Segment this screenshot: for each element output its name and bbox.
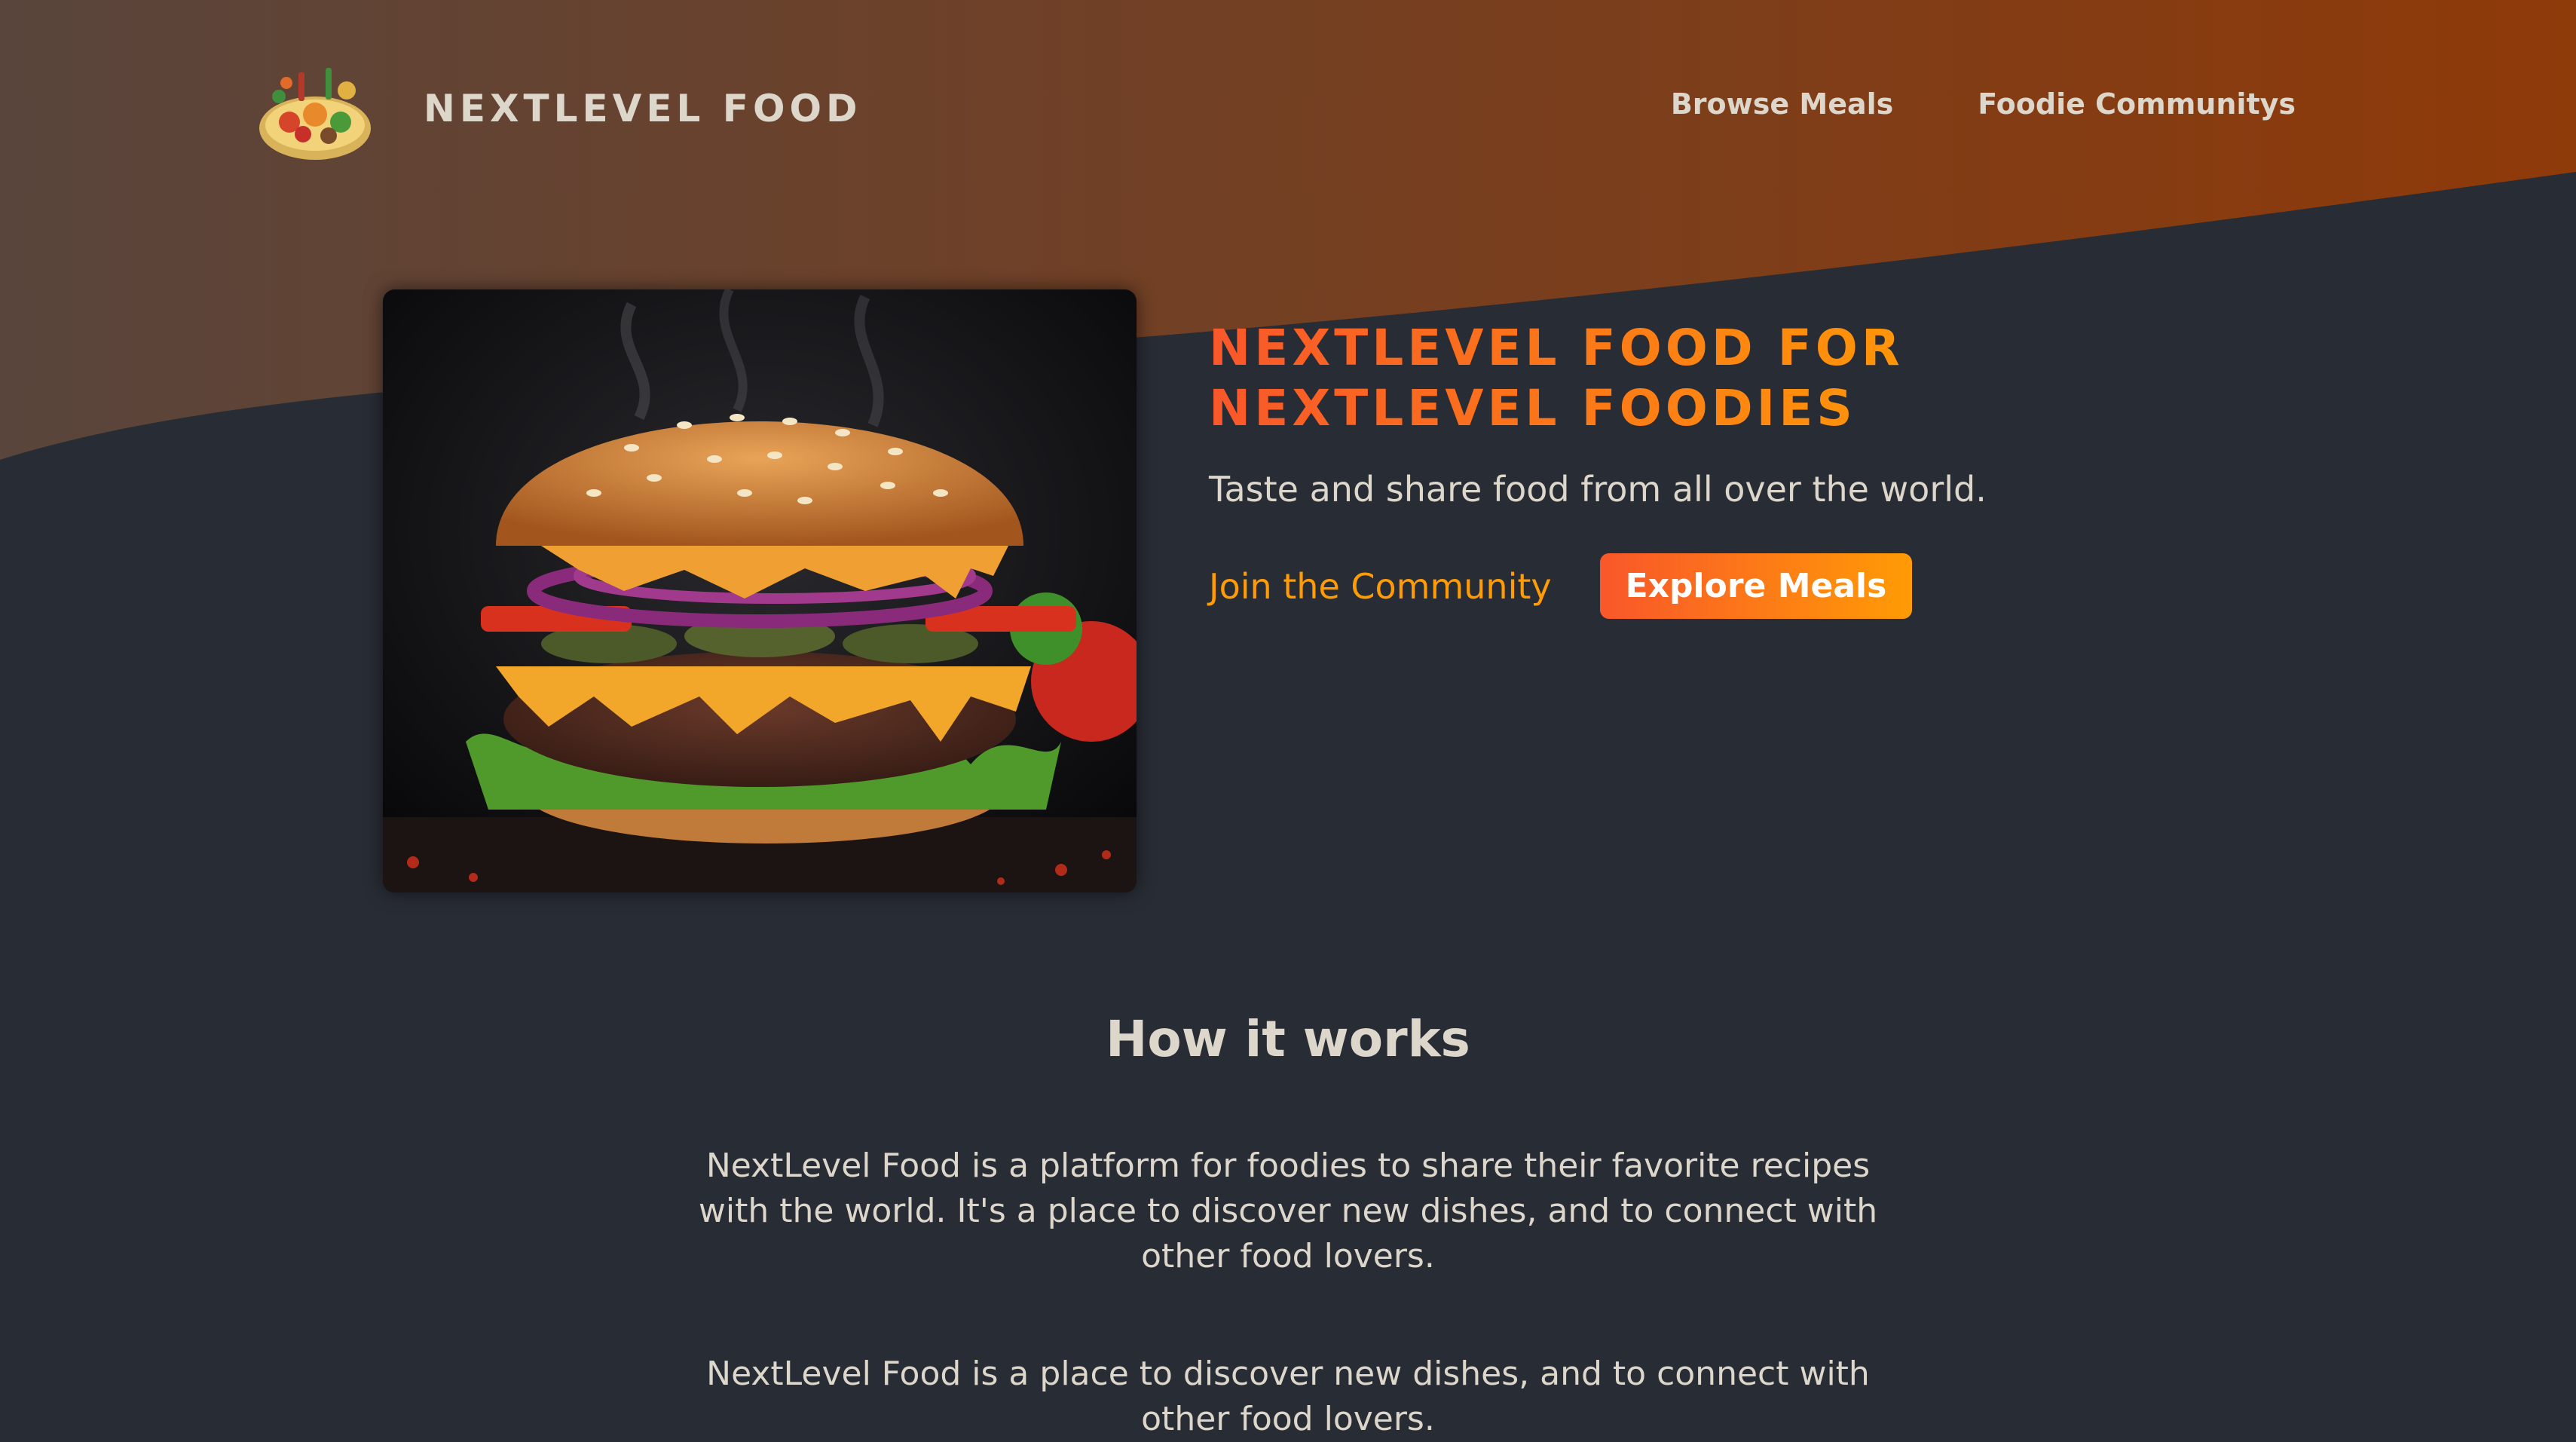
food-platter-logo-icon (259, 68, 371, 160)
hero-cta-row: Join the Community Explore Meals (1209, 553, 2113, 619)
burger-illustration (383, 289, 1137, 892)
how-it-works-section: How it works NextLevel Food is a platfor… (0, 1010, 2576, 1442)
main-navigation: Browse Meals Foodie Communitys (1671, 87, 2296, 121)
explore-meals-button[interactable]: Explore Meals (1599, 553, 1913, 619)
how-it-works-paragraph: NextLevel Food is a platform for foodies… (698, 1147, 1878, 1275)
how-it-works-heading: How it works (1106, 1010, 1470, 1068)
join-community-link[interactable]: Join the Community (1209, 566, 1552, 607)
hero-section: NEXTLEVEL FOOD FOR NEXTLEVEL FOODIES Tas… (1209, 318, 2113, 619)
nav-browse-meals[interactable]: Browse Meals (1671, 87, 1893, 121)
logo-text: NEXTLEVEL FOOD (424, 87, 862, 130)
site-header: NEXTLEVEL FOOD Browse Meals Foodie Commu… (0, 0, 2576, 219)
hero-title: NEXTLEVEL FOOD FOR NEXTLEVEL FOODIES (1209, 318, 1963, 439)
logo-link[interactable]: NEXTLEVEL FOOD (256, 53, 861, 164)
hero-subtitle: Taste and share food from all over the w… (1209, 469, 1987, 510)
how-it-works-paragraph: NextLevel Food is a place to discover ne… (706, 1355, 1870, 1438)
nav-foodie-community[interactable]: Foodie Communitys (1978, 87, 2296, 121)
burger-image (383, 289, 1137, 892)
